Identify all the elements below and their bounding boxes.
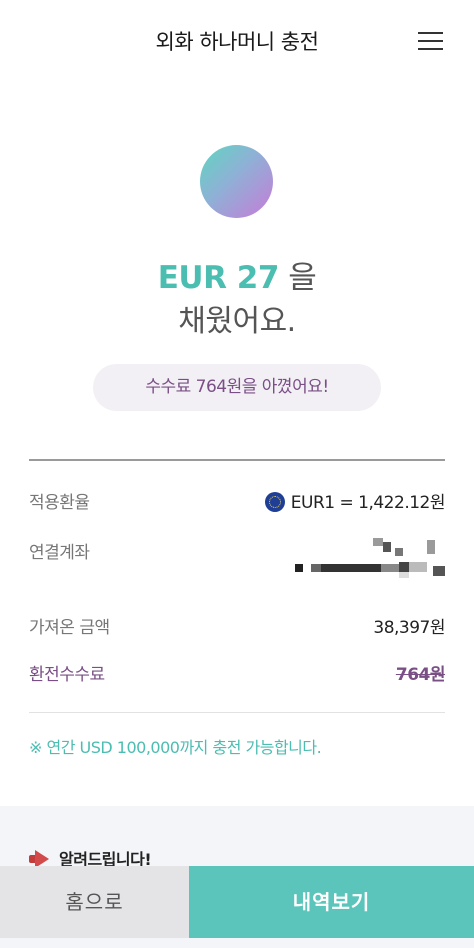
page-title: 외화 하나머니 충전	[155, 30, 319, 54]
linked-account-label: 연결계좌	[29, 543, 90, 563]
home-button[interactable]: 홈으로	[0, 866, 189, 938]
exchange-fee-row: 환전수수료 764원	[29, 660, 446, 686]
divider	[29, 459, 445, 461]
masked-account-number	[295, 538, 445, 584]
result-amount-line: EUR 27 을	[0, 252, 474, 297]
exchange-rate-value-wrap: EUR1 = 1,422.12원	[264, 488, 446, 513]
result-message: 채웠어요.	[178, 304, 296, 339]
gradient-orb-icon	[200, 145, 273, 218]
view-history-button[interactable]: 내역보기	[189, 866, 474, 938]
exchange-fee-label: 환전수수료	[29, 665, 105, 685]
charged-amount: EUR 27	[157, 260, 280, 296]
fetched-amount-row: 가져온 금액 38,397원	[29, 613, 445, 639]
hamburger-menu-icon[interactable]	[416, 28, 446, 52]
fetched-amount-value: 38,397원	[373, 618, 445, 638]
eu-flag-icon	[264, 492, 285, 512]
saving-badge: 수수료 764원을 아꼈어요!	[93, 364, 381, 411]
fetched-amount-label: 가져온 금액	[29, 618, 110, 638]
header: 외화 하나머니 충전	[0, 0, 474, 80]
exchange-rate-row: 적용환율 EUR1 = 1,422.12원	[29, 488, 446, 514]
annual-limit-notice: ※ 연간 USD 100,000까지 충전 가능합니다.	[29, 738, 322, 757]
bottom-action-bar: 홈으로 내역보기	[0, 866, 474, 938]
exchange-rate-label: 적용환율	[29, 493, 90, 513]
linked-account-row: 연결계좌	[29, 538, 445, 586]
exchange-fee-value: 764원	[395, 665, 446, 685]
divider	[29, 712, 445, 713]
result-particle: 을	[278, 260, 317, 296]
exchange-rate-value: EUR1 = 1,422.12원	[290, 493, 446, 513]
